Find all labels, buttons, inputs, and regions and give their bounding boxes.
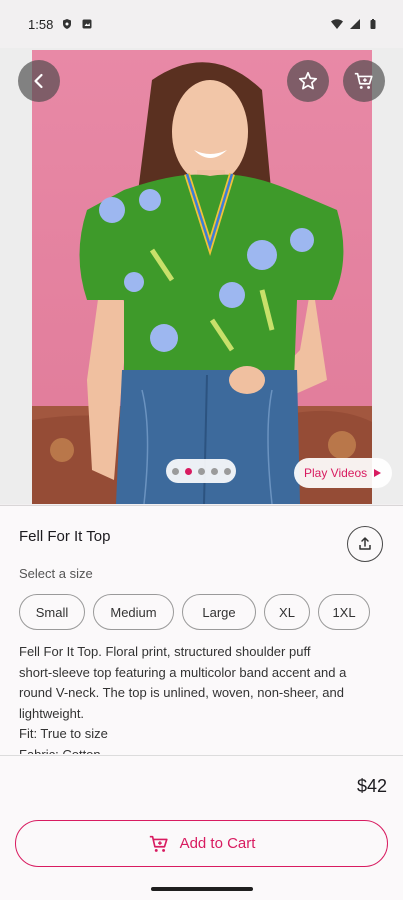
play-videos-label: Play Videos (304, 466, 368, 480)
pagination-dot-active[interactable] (184, 467, 192, 475)
wifi-icon (331, 19, 343, 29)
description-line: Fell For It Top. Floral print, structure… (19, 644, 311, 659)
status-bar: 1:58 (0, 0, 403, 48)
description-line: short-sleeve top featuring a multicolor … (19, 664, 347, 680)
cart-header-button[interactable] (343, 60, 385, 102)
gallery-pagination (166, 459, 236, 483)
pagination-dot[interactable] (171, 467, 179, 475)
home-indicator[interactable] (151, 887, 253, 891)
play-videos-button[interactable]: Play Videos (294, 458, 393, 488)
description-line: lightweight. (19, 705, 85, 721)
share-upload-icon (359, 537, 371, 550)
description-fabric: Fabric: Cotton (19, 746, 101, 755)
product-details: Fell For It Top Select a size Small Medi… (0, 505, 403, 755)
notification-icon (82, 19, 92, 29)
favorite-button[interactable] (287, 60, 329, 102)
battery-icon (370, 19, 376, 29)
add-to-cart-button[interactable]: Add to Cart (15, 820, 388, 867)
status-time: 1:58 (28, 16, 54, 32)
star-outline-icon (298, 71, 318, 90)
product-price: $42 (356, 776, 387, 796)
size-chip-medium[interactable]: Medium (93, 594, 174, 630)
product-image-gallery[interactable]: Play Videos (0, 48, 403, 504)
product-description: Fell For It Top. Floral print, structure… (19, 642, 379, 754)
size-chip-small[interactable]: Small (19, 594, 85, 630)
shield-icon (63, 19, 72, 29)
signal-icon (350, 19, 360, 29)
description-line: round V-neck. The top is unlined, woven,… (19, 685, 344, 700)
play-triangle-icon (374, 469, 382, 477)
product-title: Fell For It Top (19, 528, 111, 545)
cart-icon (354, 72, 373, 89)
add-to-cart-label: Add to Cart (179, 835, 256, 852)
pagination-dot[interactable] (223, 467, 231, 475)
product-photo[interactable] (32, 50, 372, 504)
back-button[interactable] (18, 60, 60, 102)
size-chip-xl[interactable]: XL (264, 594, 310, 630)
select-size-label: Select a size (19, 566, 93, 581)
share-button[interactable] (347, 526, 383, 562)
description-fit: Fit: True to size (19, 726, 108, 741)
purchase-bar: $42 Add to Cart (0, 755, 403, 900)
pagination-dot[interactable] (210, 467, 218, 475)
size-selector: Small Medium Large XL 1XL (19, 594, 370, 630)
model-illustration (32, 50, 372, 504)
size-chip-large[interactable]: Large (182, 594, 256, 630)
size-chip-1xl[interactable]: 1XL (318, 594, 370, 630)
cart-icon (149, 835, 168, 852)
pagination-dot[interactable] (197, 467, 205, 475)
arrow-left-icon (34, 73, 43, 89)
